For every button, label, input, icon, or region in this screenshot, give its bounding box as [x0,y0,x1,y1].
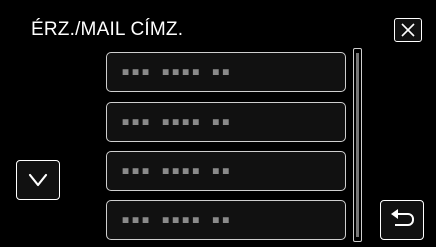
chevron-down-icon [28,173,48,187]
scrollbar[interactable] [353,48,362,242]
list-item-label: ▪▪▪ ▪▪▪▪ ▪▪ [121,112,232,130]
list-item[interactable]: ▪▪▪ ▪▪▪▪ ▪▪ [106,52,346,92]
close-icon [401,23,415,37]
list-item[interactable]: ▪▪▪ ▪▪▪▪ ▪▪ [106,200,346,240]
list-item[interactable]: ▪▪▪ ▪▪▪▪ ▪▪ [106,151,346,191]
close-button[interactable] [394,18,422,42]
scroll-down-button[interactable] [16,160,60,200]
list-item-label: ▪▪▪ ▪▪▪▪ ▪▪ [121,161,232,179]
scroll-thumb[interactable] [356,53,359,237]
list-item[interactable]: ▪▪▪ ▪▪▪▪ ▪▪ [106,102,346,142]
list-item-label: ▪▪▪ ▪▪▪▪ ▪▪ [121,210,232,228]
list-item-label: ▪▪▪ ▪▪▪▪ ▪▪ [121,62,232,80]
return-arrow-icon [391,209,414,226]
page-title: ÉRZ./MAIL CÍMZ. [31,19,184,40]
back-button[interactable] [380,200,424,240]
